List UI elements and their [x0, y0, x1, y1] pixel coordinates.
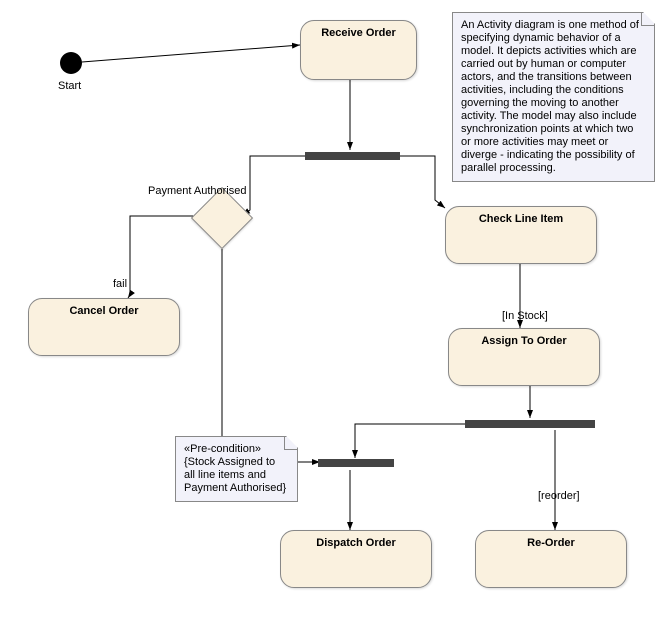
- note-precondition: «Pre-condition» {Stock Assigned to all l…: [175, 436, 298, 502]
- activity-re-order: Re-Order: [475, 530, 627, 588]
- activity-cancel-order: Cancel Order: [28, 298, 180, 356]
- note-pre-title: «Pre-condition»: [184, 443, 289, 456]
- activity-assign-to-order: Assign To Order: [448, 328, 600, 386]
- activity-label: Re-Order: [476, 537, 626, 549]
- note-text: An Activity diagram is one method of spe…: [461, 19, 639, 174]
- guard-in-stock: [In Stock]: [502, 310, 548, 322]
- guard-payment-authorised: Payment Authorised: [148, 185, 246, 197]
- guard-fail: fail: [113, 278, 127, 290]
- guard-reorder: [reorder]: [538, 490, 580, 502]
- activity-label: Assign To Order: [449, 335, 599, 347]
- activity-receive-order: Receive Order: [300, 20, 417, 80]
- activity-label: Check Line Item: [446, 213, 596, 225]
- activity-label: Receive Order: [301, 27, 416, 39]
- note-description: An Activity diagram is one method of spe…: [452, 12, 655, 182]
- fork-bar-2: [465, 420, 595, 428]
- start-label: Start: [58, 80, 81, 92]
- note-pre-body: {Stock Assigned to all line items and Pa…: [184, 456, 289, 495]
- activity-label: Cancel Order: [29, 305, 179, 317]
- activity-dispatch-order: Dispatch Order: [280, 530, 432, 588]
- activity-label: Dispatch Order: [281, 537, 431, 549]
- join-bar: [318, 459, 394, 467]
- fork-bar-1: [305, 152, 400, 160]
- activity-check-line-item: Check Line Item: [445, 206, 597, 264]
- initial-node: [60, 52, 82, 74]
